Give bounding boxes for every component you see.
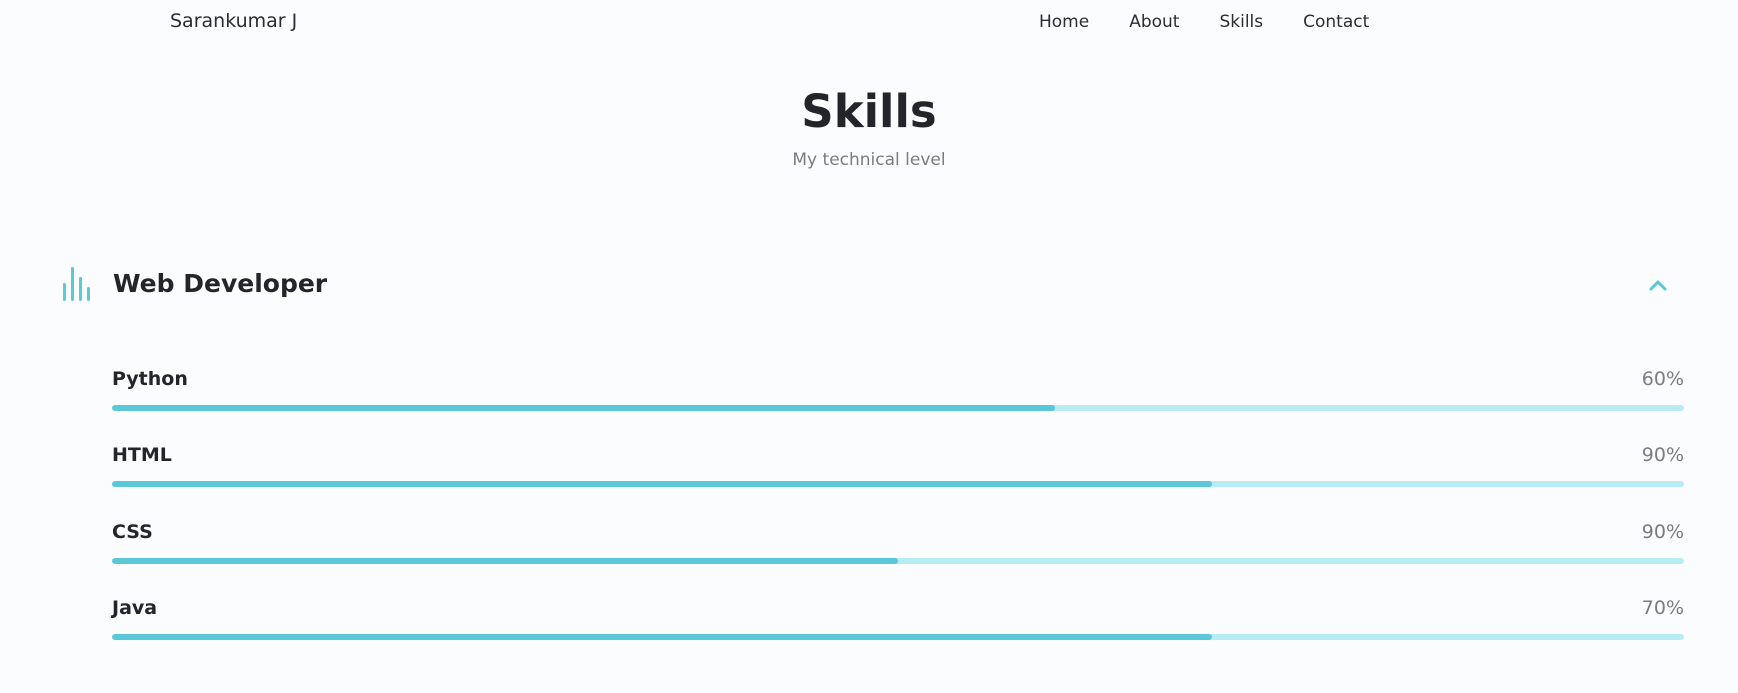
skill-progress-track xyxy=(112,405,1684,411)
nav-item-contact: Contact xyxy=(1303,12,1369,32)
nav-link-home[interactable]: Home xyxy=(1039,12,1089,32)
skill-progress-track xyxy=(112,481,1684,487)
section-subtitle: My technical level xyxy=(792,150,946,170)
nav-link-about[interactable]: About xyxy=(1129,12,1179,32)
skill-name: Python xyxy=(112,368,188,390)
chevron-up-icon[interactable] xyxy=(1646,273,1670,297)
skill-progress-track xyxy=(112,558,1684,564)
skills-group-title: Web Developer xyxy=(113,269,328,298)
skill-progress-fill xyxy=(112,405,1056,411)
nav-item-skills: Skills xyxy=(1219,12,1263,32)
skill-name: HTML xyxy=(112,444,172,466)
nav-item-about: About xyxy=(1129,12,1179,32)
nav-item-home: Home xyxy=(1039,12,1089,32)
nav-link-contact[interactable]: Contact xyxy=(1303,12,1369,32)
skill-name: Java xyxy=(112,597,158,619)
section-title: Skills xyxy=(801,85,937,138)
nav-link-skills[interactable]: Skills xyxy=(1219,12,1263,32)
skill-percentage: 60% xyxy=(1641,368,1684,390)
skill-progress-track xyxy=(112,634,1684,640)
skill-item-python: Python 60% xyxy=(112,368,1684,418)
skill-item-html: HTML 90% xyxy=(112,444,1684,494)
site-logo[interactable]: Sarankumar J xyxy=(170,10,297,32)
skill-progress-fill xyxy=(112,634,1213,640)
skill-item-java: Java 70% xyxy=(112,597,1684,647)
nav-menu: Home About Skills Contact xyxy=(1039,12,1369,32)
skill-progress-fill xyxy=(112,558,898,564)
skill-name: CSS xyxy=(112,521,153,543)
skill-percentage: 90% xyxy=(1641,521,1684,543)
skills-group-header[interactable]: Web Developer xyxy=(62,263,1682,307)
skill-percentage: 70% xyxy=(1641,597,1684,619)
skill-percentage: 90% xyxy=(1641,444,1684,466)
skill-progress-fill xyxy=(112,481,1213,487)
page: Sarankumar J Home About Skills Contact S… xyxy=(0,0,1738,693)
bar-chart-icon xyxy=(63,267,90,301)
skill-item-css: CSS 90% xyxy=(112,521,1684,571)
